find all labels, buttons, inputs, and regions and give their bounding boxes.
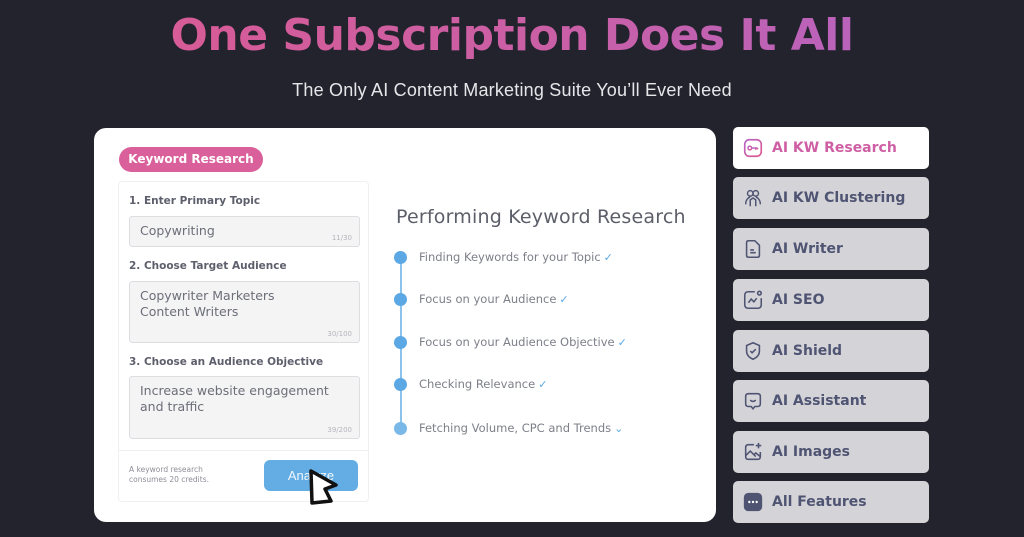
- nav-item-assistant[interactable]: AI Assistant: [733, 380, 929, 422]
- target-audience-value: Copywriter Marketers Content Writers: [140, 288, 275, 319]
- timeline-dot: [394, 378, 407, 391]
- target-audience-count: 30/100: [327, 330, 352, 338]
- nav-item-seo[interactable]: AI SEO: [733, 279, 929, 321]
- check-icon: ✓: [538, 378, 548, 391]
- step-label: Focus on your Audience Objective: [419, 335, 615, 349]
- audience-objective-input[interactable]: Increase website engagement and traffic …: [129, 376, 360, 439]
- step-label: Finding Keywords for your Topic: [419, 250, 601, 264]
- progress-timeline: Finding Keywords for your Topic ✓ Focus o…: [394, 246, 714, 436]
- document-icon: [745, 239, 761, 259]
- nav-label: AI SEO: [772, 292, 825, 308]
- target-audience-label: 2. Choose Target Audience: [129, 260, 287, 272]
- nav-label: AI KW Research: [772, 140, 897, 156]
- timeline-step: Focus on your Audience ✓: [394, 292, 714, 306]
- nav-item-kw-research[interactable]: AI KW Research: [733, 127, 929, 169]
- step-label: Focus on your Audience: [419, 292, 557, 306]
- key-icon: [743, 138, 763, 158]
- step-label: Fetching Volume, CPC and Trends: [419, 421, 612, 435]
- more-dots-icon: [743, 492, 763, 512]
- check-icon: ✓: [603, 251, 613, 264]
- audience-objective-value: Increase website engagement and traffic: [140, 383, 329, 414]
- primary-topic-count: 11/30: [331, 234, 352, 242]
- nav-item-kw-clustering[interactable]: AI KW Clustering: [733, 177, 929, 219]
- timeline-step: Checking Relevance ✓: [394, 377, 714, 391]
- primary-topic-label: 1. Enter Primary Topic: [129, 195, 261, 207]
- check-icon: ✓: [559, 293, 569, 306]
- mouse-cursor-icon: [309, 469, 338, 505]
- timeline-step: Finding Keywords for your Topic ✓: [394, 250, 714, 264]
- step-label: Checking Relevance: [419, 377, 536, 391]
- timeline-dot: [394, 422, 407, 435]
- timeline-step: Fetching Volume, CPC and Trends ⌄: [394, 421, 714, 435]
- image-add-icon: [744, 442, 762, 461]
- nav-label: AI Images: [772, 444, 851, 460]
- hero-subtitle: The Only AI Content Marketing Suite You’…: [292, 80, 732, 100]
- target-audience-input[interactable]: Copywriter Marketers Content Writers 30/…: [129, 281, 360, 343]
- nav-item-images[interactable]: AI Images: [733, 431, 929, 473]
- demo-card: Keyword Research 1. Enter Primary Topic …: [94, 128, 716, 522]
- timeline-step: Focus on your Audience Objective ✓: [394, 335, 714, 349]
- hero-title: One Subscription Does It All: [0, 8, 1024, 64]
- keyword-research-badge: Keyword Research: [119, 147, 263, 172]
- chat-bubble-icon: [744, 392, 762, 411]
- nav-item-writer[interactable]: AI Writer: [733, 228, 929, 270]
- audience-objective-label: 3. Choose an Audience Objective: [129, 356, 324, 368]
- chart-trend-icon: [743, 290, 763, 310]
- timeline-dot: [394, 293, 407, 306]
- nav-label: AI Assistant: [772, 393, 867, 409]
- check-icon: ✓: [617, 336, 627, 349]
- nav-label: AI Writer: [772, 241, 843, 257]
- nav-label: AI KW Clustering: [772, 190, 906, 206]
- users-cluster-icon: [744, 189, 762, 207]
- nav-label: All Features: [772, 494, 867, 510]
- shield-check-icon: [745, 341, 761, 361]
- timeline-dot: [394, 251, 407, 264]
- progress-title: Performing Keyword Research: [396, 206, 686, 228]
- nav-item-shield[interactable]: AI Shield: [733, 330, 929, 372]
- chevron-down-icon: ⌄: [614, 422, 624, 435]
- primary-topic-value: Copywriting: [140, 223, 215, 238]
- credits-note: A keyword research consumes 20 credits.: [129, 465, 209, 484]
- keyword-form: 1. Enter Primary Topic Copywriting 11/30…: [118, 181, 369, 502]
- primary-topic-input[interactable]: Copywriting 11/30: [129, 216, 360, 247]
- nav-label: AI Shield: [772, 343, 843, 359]
- audience-objective-count: 39/200: [327, 426, 352, 434]
- timeline-dot: [394, 336, 407, 349]
- nav-item-all-features[interactable]: All Features: [733, 481, 929, 523]
